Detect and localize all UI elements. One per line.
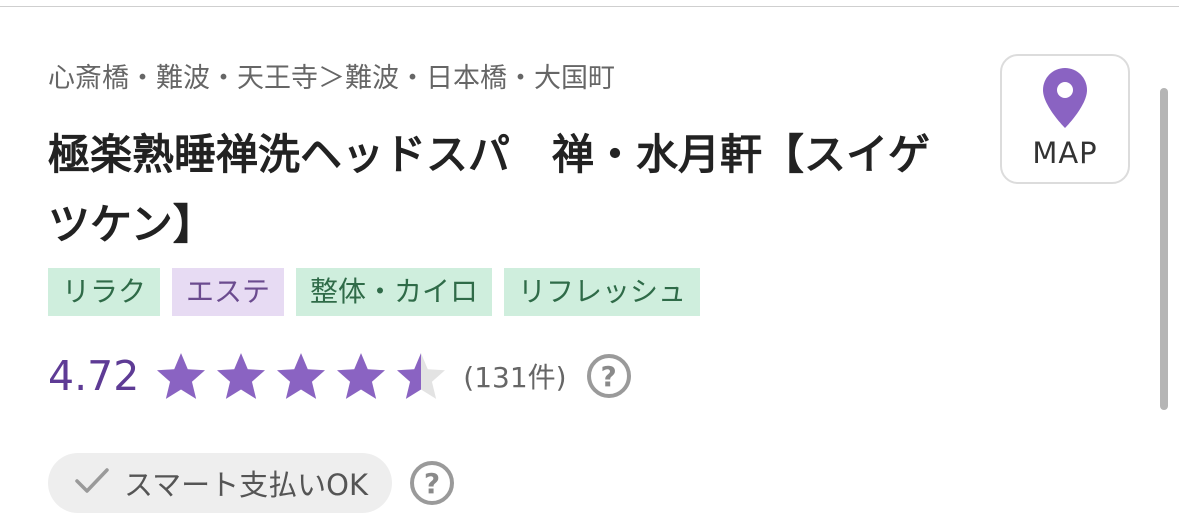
star-full-icon [273,351,329,401]
map-label: MAP [1032,136,1098,170]
payment-row: スマート支払いOK ? [48,453,454,513]
rating-help-icon[interactable]: ? [586,354,631,398]
review-count[interactable]: (131件) [463,356,566,396]
tag-refresh[interactable]: リフレッシュ [504,268,701,316]
map-button[interactable]: MAP [1000,54,1130,184]
star-full-icon [213,351,269,401]
top-divider [0,6,1179,7]
check-icon [74,466,110,500]
map-pin-icon [1041,66,1089,134]
tag-seitai-chiro[interactable]: 整体・カイロ [296,268,493,316]
tag-relax[interactable]: リラク [48,268,161,316]
category-tags: リラク エステ 整体・カイロ リフレッシュ [48,268,701,316]
payment-help-icon[interactable]: ? [409,461,454,505]
breadcrumb[interactable]: 心斎橋・難波・天王寺＞難波・日本橋・大国町 [48,56,615,95]
rating-score: 4.72 [48,352,140,400]
tag-esthe[interactable]: エステ [172,268,285,316]
rating-row: 4.72 (131件) ? [48,346,631,406]
rating-stars [153,351,449,401]
salon-title: 極楽熟睡禅洗ヘッドスパ 禅・水月軒【スイゲツケン】 [48,130,931,249]
star-full-icon [153,351,209,401]
smart-payment-badge: スマート支払いOK [48,453,392,513]
scrollbar[interactable] [1160,88,1168,410]
star-full-icon [333,351,389,401]
star-half-icon [393,351,449,401]
smart-payment-label: スマート支払いOK [124,468,368,502]
